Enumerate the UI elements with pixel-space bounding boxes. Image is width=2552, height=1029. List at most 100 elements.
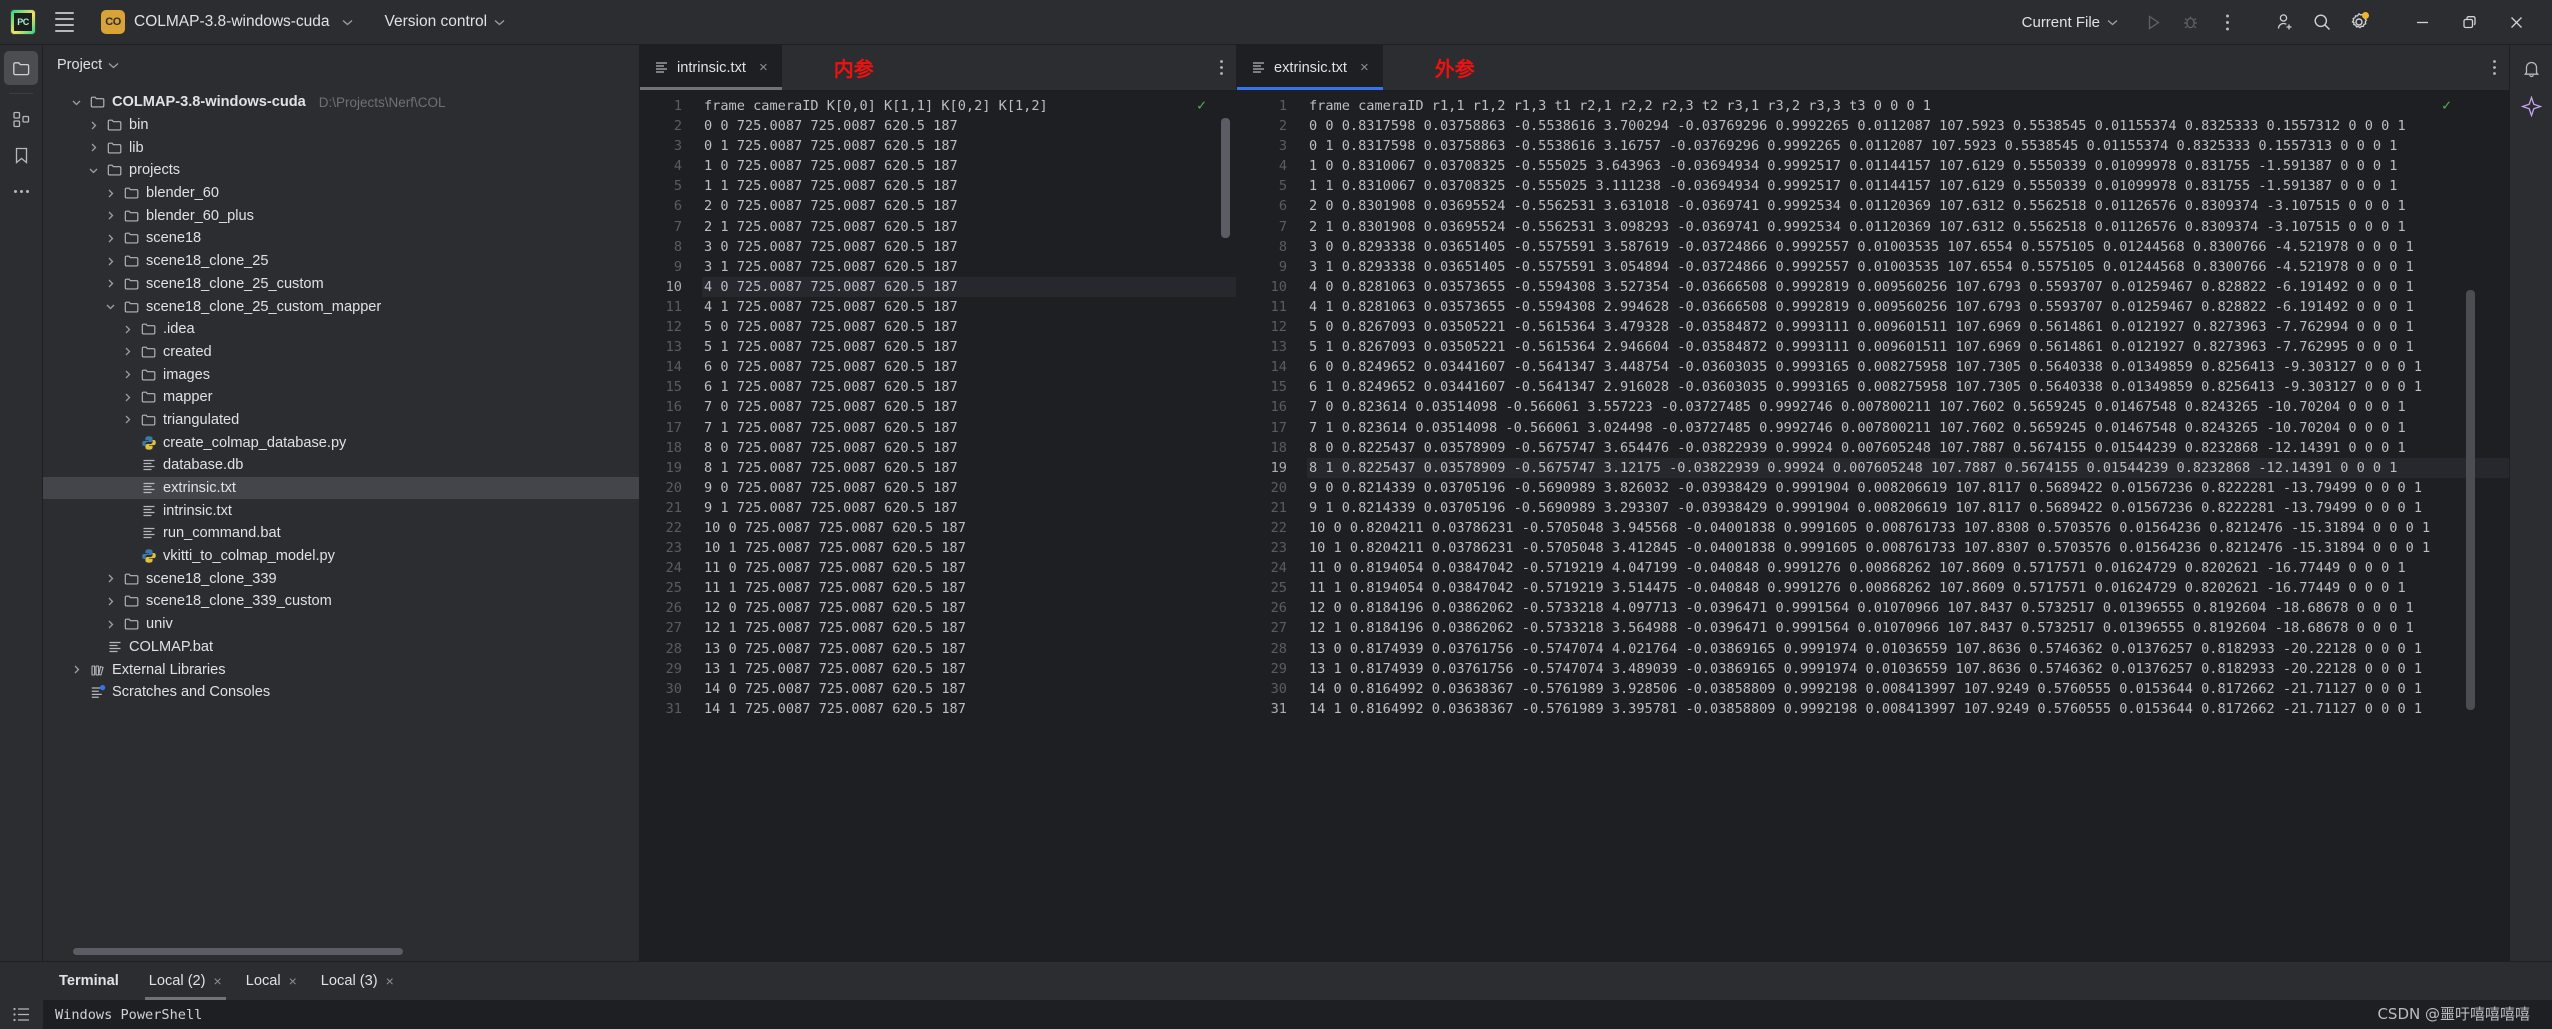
chevron-right-icon[interactable]: [120, 345, 134, 359]
structure-icon[interactable]: [4, 102, 38, 136]
tree-item-lib[interactable]: lib: [43, 136, 639, 159]
code-line[interactable]: 14 0 725.0087 725.0087 620.5 187: [702, 679, 1236, 699]
chevron-right-icon[interactable]: [120, 368, 134, 382]
more-vertical-icon[interactable]: [2479, 45, 2509, 90]
code-line[interactable]: 8 1 0.8225437 0.03578909 -0.5675747 3.12…: [1307, 457, 2509, 478]
code-text-intrinsic[interactable]: frame cameraID K[0,0] K[1,1] K[0,2] K[1,…: [692, 90, 1236, 961]
code-line[interactable]: 5 1 725.0087 725.0087 620.5 187: [702, 337, 1236, 357]
code-line[interactable]: 6 0 0.8249652 0.03441607 -0.5641347 3.44…: [1307, 357, 2509, 377]
tree-item-create-colmap-database-py[interactable]: create_colmap_database.py: [43, 431, 639, 454]
chevron-right-icon[interactable]: [103, 209, 117, 223]
project-horizontal-scrollbar[interactable]: [73, 946, 625, 955]
tree-item-blender-60[interactable]: blender_60: [43, 182, 639, 205]
code-line[interactable]: 5 0 725.0087 725.0087 620.5 187: [702, 317, 1236, 337]
code-line[interactable]: 8 0 725.0087 725.0087 620.5 187: [702, 438, 1236, 458]
code-line[interactable]: 4 1 0.8281063 0.03573655 -0.5594308 2.99…: [1307, 297, 2509, 317]
project-selector[interactable]: CO COLMAP-3.8-windows-cuda: [93, 7, 361, 37]
project-icon[interactable]: [4, 51, 38, 85]
inspection-ok-icon[interactable]: ✓: [1197, 96, 1206, 114]
code-line[interactable]: 9 0 0.8214339 0.03705196 -0.5690989 3.82…: [1307, 478, 2509, 498]
tree-item-blender-60-plus[interactable]: blender_60_plus: [43, 204, 639, 227]
code-line[interactable]: frame cameraID r1,1 r1,2 r1,3 t1 r2,1 r2…: [1307, 96, 2509, 116]
close-icon[interactable]: ×: [757, 59, 770, 76]
run-configuration-selector[interactable]: Current File: [2013, 10, 2127, 35]
restore-icon[interactable]: [2447, 0, 2491, 45]
code-line[interactable]: 11 0 0.8194054 0.03847042 -0.5719219 4.0…: [1307, 558, 2509, 578]
chevron-down-icon[interactable]: [103, 300, 117, 314]
code-line[interactable]: 14 0 0.8164992 0.03638367 -0.5761989 3.9…: [1307, 679, 2509, 699]
code-line[interactable]: 12 1 0.8184196 0.03862062 -0.5733218 3.5…: [1307, 618, 2509, 638]
chevron-right-icon[interactable]: [103, 617, 117, 631]
code-line[interactable]: 7 0 725.0087 725.0087 620.5 187: [702, 397, 1236, 417]
tree-item-mapper[interactable]: mapper: [43, 386, 639, 409]
tree-item--idea[interactable]: .idea: [43, 318, 639, 341]
code-line[interactable]: 10 0 0.8204211 0.03786231 -0.5705048 3.9…: [1307, 518, 2509, 538]
tree-item-database-db[interactable]: database.db: [43, 454, 639, 477]
chevron-right-icon[interactable]: [120, 322, 134, 336]
tree-item-scene18-clone-25[interactable]: scene18_clone_25: [43, 250, 639, 273]
hamburger-icon[interactable]: [52, 8, 77, 36]
code-line[interactable]: 3 1 725.0087 725.0087 620.5 187: [702, 257, 1236, 277]
code-line[interactable]: 1 1 0.8310067 0.03708325 -0.555025 3.111…: [1307, 176, 2509, 196]
chevron-right-icon[interactable]: [103, 186, 117, 200]
tree-item-projects[interactable]: projects: [43, 159, 639, 182]
code-text-extrinsic[interactable]: frame cameraID r1,1 r1,2 r1,3 t1 r2,1 r2…: [1297, 90, 2509, 961]
code-line[interactable]: 0 0 725.0087 725.0087 620.5 187: [702, 116, 1236, 136]
editor-vertical-scrollbar-left[interactable]: [1221, 118, 1230, 238]
code-line[interactable]: 9 1 725.0087 725.0087 620.5 187: [702, 498, 1236, 518]
chevron-right-icon[interactable]: [69, 663, 83, 677]
tree-item-scene18-clone-25-custom-mapper[interactable]: scene18_clone_25_custom_mapper: [43, 295, 639, 318]
code-line[interactable]: 8 0 0.8225437 0.03578909 -0.5675747 3.65…: [1307, 438, 2509, 458]
code-line[interactable]: 7 1 0.823614 0.03514098 -0.566061 3.0244…: [1307, 418, 2509, 438]
code-line[interactable]: 10 1 0.8204211 0.03786231 -0.5705048 3.4…: [1307, 538, 2509, 558]
code-view-extrinsic[interactable]: 1 2 3 4 5 6 7 8 9 10 11 12 13 14 15 16 17 18 19 20 21 22 23 24 2…: [1237, 90, 2509, 961]
run-icon[interactable]: [2136, 5, 2170, 39]
code-line[interactable]: 8 1 725.0087 725.0087 620.5 187: [702, 458, 1236, 478]
code-line[interactable]: 5 1 0.8267093 0.03505221 -0.5615364 2.94…: [1307, 337, 2509, 357]
code-line[interactable]: 13 0 0.8174939 0.03761756 -0.5747074 4.0…: [1307, 639, 2509, 659]
chevron-right-icon[interactable]: [103, 254, 117, 268]
tree-item-colmap-bat[interactable]: COLMAP.bat: [43, 636, 639, 659]
code-line[interactable]: 9 1 0.8214339 0.03705196 -0.5690989 3.29…: [1307, 498, 2509, 518]
code-line[interactable]: 1 0 0.8310067 0.03708325 -0.555025 3.643…: [1307, 156, 2509, 176]
code-line[interactable]: 6 0 725.0087 725.0087 620.5 187: [702, 357, 1236, 377]
terminal-list-icon[interactable]: [0, 1000, 43, 1029]
code-line[interactable]: 13 0 725.0087 725.0087 620.5 187: [702, 639, 1236, 659]
chevron-down-icon[interactable]: [69, 95, 83, 109]
ai-assistant-icon[interactable]: [2514, 89, 2548, 123]
chevron-right-icon[interactable]: [103, 231, 117, 245]
tree-item-run-command-bat[interactable]: run_command.bat: [43, 522, 639, 545]
tree-item-external-libraries[interactable]: External Libraries: [43, 658, 639, 681]
code-line[interactable]: frame cameraID K[0,0] K[1,1] K[0,2] K[1,…: [702, 96, 1236, 116]
more-vertical-icon[interactable]: [1206, 45, 1236, 90]
tree-item-colmap-3-8-windows-cuda[interactable]: COLMAP-3.8-windows-cuda D:\Projects\Nerf\…: [43, 91, 639, 114]
tree-item-scene18-clone-339-custom[interactable]: scene18_clone_339_custom: [43, 590, 639, 613]
code-line[interactable]: 3 1 0.8293338 0.03651405 -0.5575591 3.05…: [1307, 257, 2509, 277]
code-line[interactable]: 2 1 725.0087 725.0087 620.5 187: [702, 217, 1236, 237]
code-line[interactable]: 3 0 725.0087 725.0087 620.5 187: [702, 237, 1236, 257]
tree-item-vkitti-to-colmap-model-py[interactable]: vkitti_to_colmap_model.py: [43, 545, 639, 568]
code-line[interactable]: 0 0 0.8317598 0.03758863 -0.5538616 3.70…: [1307, 116, 2509, 136]
close-icon[interactable]: ×: [214, 973, 222, 989]
code-line[interactable]: 9 0 725.0087 725.0087 620.5 187: [702, 478, 1236, 498]
close-icon[interactable]: ×: [289, 973, 297, 989]
code-line[interactable]: 5 0 0.8267093 0.03505221 -0.5615364 3.47…: [1307, 317, 2509, 337]
code-line[interactable]: 12 1 725.0087 725.0087 620.5 187: [702, 618, 1236, 638]
code-view-intrinsic[interactable]: 1 2 3 4 5 6 7 8 9 10 11 12 13 14 15 16 17 18 19 20 21 22 23 24 2…: [640, 90, 1236, 961]
chevron-down-icon[interactable]: [86, 163, 100, 177]
code-line[interactable]: 13 1 725.0087 725.0087 620.5 187: [702, 659, 1236, 679]
more-tool-windows-icon[interactable]: [4, 174, 38, 208]
tree-item-univ[interactable]: univ: [43, 613, 639, 636]
code-line[interactable]: 4 1 725.0087 725.0087 620.5 187: [702, 297, 1236, 317]
code-line[interactable]: 4 0 725.0087 725.0087 620.5 187: [702, 276, 1236, 297]
editor-vertical-scrollbar-right[interactable]: [2466, 290, 2475, 710]
project-tree[interactable]: COLMAP-3.8-windows-cuda D:\Projects\Nerf\…: [43, 85, 639, 942]
code-line[interactable]: 10 0 725.0087 725.0087 620.5 187: [702, 518, 1236, 538]
add-user-icon[interactable]: [2268, 5, 2302, 39]
inspection-ok-icon[interactable]: ✓: [2442, 96, 2451, 114]
search-icon[interactable]: [2305, 5, 2339, 39]
code-line[interactable]: 6 1 0.8249652 0.03441607 -0.5641347 2.91…: [1307, 377, 2509, 397]
tree-item-extrinsic-txt[interactable]: extrinsic.txt: [43, 476, 639, 500]
code-line[interactable]: 10 1 725.0087 725.0087 620.5 187: [702, 538, 1236, 558]
tree-item-scene18-clone-25-custom[interactable]: scene18_clone_25_custom: [43, 273, 639, 296]
